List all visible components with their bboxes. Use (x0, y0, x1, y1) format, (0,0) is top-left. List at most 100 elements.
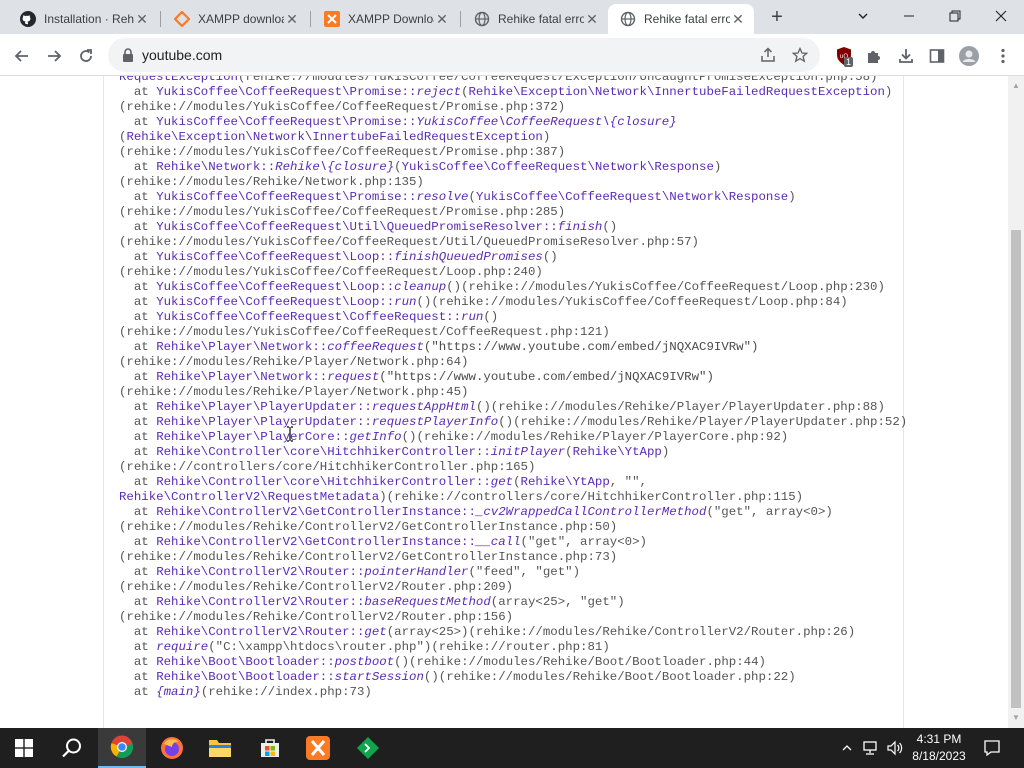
close-icon[interactable]: ✕ (730, 11, 746, 27)
reload-button[interactable] (72, 42, 100, 70)
function-name: postboot (334, 655, 395, 669)
new-tab-button[interactable]: + (766, 7, 788, 29)
tab-title: Rehike fatal error (644, 12, 730, 26)
trace-text: at (119, 430, 157, 444)
trace-text: at (119, 250, 157, 264)
extensions-button[interactable] (860, 42, 888, 70)
function-name: finishQueuedPromises (394, 250, 543, 264)
taskbar-xampp[interactable] (294, 728, 342, 768)
trace-text: at (119, 655, 157, 669)
downloads-button[interactable] (892, 42, 920, 70)
chrome-menu-button[interactable] (989, 42, 1017, 70)
notification-icon[interactable] (982, 738, 1002, 758)
trace-text: (rehike://modules/YukisCoffee/CoffeeRequ… (119, 235, 699, 249)
trace-text: ("https://www.youtube.com/embed/jNQXAC9I… (379, 370, 714, 384)
trace-text: ( (565, 445, 573, 459)
close-icon (995, 10, 1007, 22)
browser-toolbar: youtube.com uO 1 (0, 34, 1024, 76)
search-icon (62, 738, 81, 758)
trace-text: (rehike://modules/YukisCoffee/CoffeeRequ… (119, 145, 566, 159)
trace-text: at (119, 220, 157, 234)
bookmark-star-icon[interactable] (790, 45, 810, 65)
trace-text: ("feed", "get") (468, 565, 581, 579)
function-name: _cv2WrappedCallControllerMethod (475, 505, 707, 519)
vertical-scrollbar[interactable]: ▲ ▼ (1008, 76, 1024, 728)
taskbar-firefox[interactable] (148, 728, 196, 768)
restore-button[interactable] (932, 0, 978, 32)
trace-line: at Rehike\ControllerV2\GetControllerInst… (119, 505, 907, 520)
tab-rehike-fatal-error[interactable]: Rehike fatal error ✕ (462, 4, 608, 34)
trace-line: at {main}(rehike://index.php:73) (119, 685, 907, 700)
trace-line: at Rehike\Player\PlayerUpdater::requestA… (119, 400, 907, 415)
trace-text: (array<25>, "get") (490, 595, 625, 609)
trace-text: (rehike://modules/YukisCoffee/CoffeeRequ… (119, 265, 543, 279)
trace-text: (rehike://modules/YukisCoffee/CoffeeRequ… (237, 76, 878, 84)
close-icon[interactable]: ✕ (584, 11, 600, 27)
trace-text: ) (713, 160, 722, 174)
side-panel-icon (929, 49, 945, 63)
function-name: run (461, 310, 484, 324)
trace-text: ( (394, 160, 402, 174)
extension-ublock-button[interactable]: uO 1 (830, 42, 858, 70)
trace-line: (rehike://controllers/core/HitchhikerCon… (119, 460, 907, 475)
function-name: YukisCoffee\CoffeeRequest\{closure} (416, 115, 677, 129)
close-icon[interactable]: ✕ (434, 11, 450, 27)
tab-rehike-fatal-error-active[interactable]: Rehike fatal error ✕ (608, 4, 754, 34)
class-name: Rehike\Exception\Network\InnertubeFailed… (468, 85, 885, 99)
close-icon[interactable]: ✕ (284, 11, 300, 27)
profile-button[interactable] (955, 42, 983, 70)
class-name: Rehike\ControllerV2\Router:: (156, 595, 365, 609)
class-name: Rehike\Boot\Bootloader:: (156, 670, 335, 684)
trace-text: (rehike://modules/Rehike/ControllerV2/Ge… (119, 520, 618, 534)
trace-line: (rehike://modules/Rehike/Player/Network.… (119, 385, 907, 400)
function-name: requestPlayerInfo (371, 415, 499, 429)
trace-text: at (119, 595, 157, 609)
taskbar-chrome[interactable] (98, 728, 146, 768)
forward-button[interactable] (40, 42, 68, 70)
minimize-icon (904, 15, 914, 17)
minimize-button[interactable] (886, 0, 932, 32)
tab-search-button[interactable] (840, 0, 886, 32)
trace-line: at YukisCoffee\CoffeeRequest\Promise::Yu… (119, 115, 907, 130)
trace-text: (rehike://index.php:73) (200, 685, 372, 699)
side-panel-button[interactable] (923, 42, 951, 70)
trace-text: ("get", array<0>) (520, 535, 647, 549)
tab-xampp-downloads[interactable]: XAMPP Downloads ✕ (312, 4, 458, 34)
network-icon[interactable] (862, 739, 880, 757)
scroll-up-arrow-icon[interactable]: ▲ (1008, 78, 1024, 94)
trace-text: ) (661, 445, 670, 459)
scroll-thumb[interactable] (1011, 230, 1021, 708)
back-button[interactable] (8, 42, 36, 70)
trace-text: at (119, 505, 157, 519)
globe-icon (620, 11, 636, 27)
tab-installation-rehike[interactable]: Installation · Rehike ✕ (8, 4, 158, 34)
trace-text: (rehike://modules/Rehike/ControllerV2/Ro… (119, 610, 514, 624)
taskbar-terminal-app[interactable] (344, 728, 392, 768)
class-name: Rehike\ControllerV2\Router:: (156, 565, 365, 579)
taskbar-clock[interactable]: 4:31 PM 8/18/2023 (906, 731, 972, 765)
tab-title: XAMPP Downloads (348, 12, 434, 26)
trace-line: (rehike://modules/Rehike/ControllerV2/Ge… (119, 520, 907, 535)
address-bar[interactable]: youtube.com (108, 38, 820, 72)
trace-line: (rehike://modules/Rehike/ControllerV2/Ro… (119, 610, 907, 625)
trace-line: at YukisCoffee\CoffeeRequest\Loop::clean… (119, 280, 907, 295)
trace-text: at (119, 370, 157, 384)
volume-icon[interactable] (886, 739, 904, 757)
restore-icon (949, 10, 961, 22)
lock-icon[interactable] (118, 45, 138, 65)
taskbar-search-button[interactable] (48, 728, 96, 768)
tab-xampp-download[interactable]: XAMPP download ✕ (162, 4, 308, 34)
trace-line: at Rehike\ControllerV2\Router::get(array… (119, 625, 907, 640)
function-name: finish (557, 220, 603, 234)
xampp-icon (324, 11, 340, 27)
close-icon[interactable]: ✕ (134, 11, 150, 27)
start-button[interactable] (0, 728, 48, 768)
tray-chevron-up-icon[interactable] (838, 739, 856, 757)
function-name: startSession (334, 670, 424, 684)
taskbar-microsoft-store[interactable] (246, 728, 294, 768)
close-window-button[interactable] (978, 0, 1024, 32)
taskbar-file-explorer[interactable] (196, 728, 244, 768)
scroll-down-arrow-icon[interactable]: ▼ (1008, 710, 1024, 726)
trace-text: , "", (609, 475, 647, 489)
share-icon[interactable] (758, 45, 778, 65)
